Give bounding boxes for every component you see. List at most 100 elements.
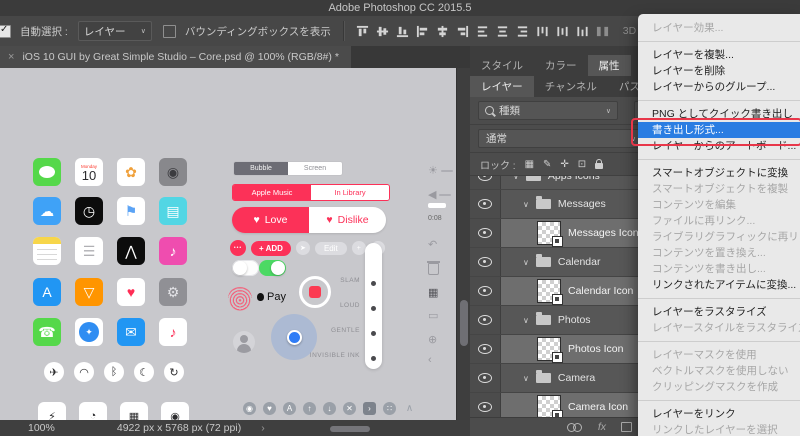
tab-チャンネル[interactable]: チャンネル (534, 76, 608, 97)
grid-icon[interactable]: ▦ (428, 286, 438, 299)
align-vertical-centers-icon[interactable] (376, 25, 389, 38)
volume-icon[interactable]: ◀ (428, 188, 451, 201)
close-icon[interactable]: ✕ (343, 402, 356, 415)
all-lock-icon[interactable] (595, 163, 603, 169)
heart-icon[interactable]: ♥ (263, 402, 276, 415)
horizontal-scrollbar-thumb[interactable] (330, 426, 370, 432)
scrollbar-thumb[interactable] (460, 300, 468, 346)
ibooks-icon[interactable]: ▽ (75, 278, 103, 306)
visibility-cell[interactable] (470, 190, 501, 218)
weather-icon[interactable]: ☁ (33, 197, 61, 225)
bubble-screen-segment[interactable]: Bubble Screen (233, 161, 343, 176)
mail-icon[interactable]: ✉ (117, 318, 145, 346)
eye-icon[interactable] (478, 199, 492, 209)
link-layers-icon[interactable] (567, 423, 583, 432)
trash-icon[interactable] (428, 260, 439, 275)
menu-item-19[interactable]: レイヤーをラスタライズ (638, 304, 800, 320)
eye-icon[interactable] (478, 373, 492, 383)
tab-属性[interactable]: 属性 (588, 55, 631, 76)
document-tab[interactable]: × iOS 10 GUI by Great Simple Studio – Co… (0, 46, 351, 68)
eye-icon[interactable] (478, 176, 492, 181)
visibility-cell[interactable] (470, 176, 501, 190)
menu-item-7[interactable]: 書き出し形式... (638, 122, 800, 138)
videos-icon[interactable]: ▤ (159, 197, 187, 225)
menu-item-17[interactable]: リンクされたアイテムに変換... (638, 277, 800, 293)
status-chevron-icon[interactable]: › (261, 422, 265, 434)
distribute-vertical-centers-icon[interactable] (496, 25, 509, 38)
eye-icon[interactable] (478, 402, 492, 412)
chevron-down-icon[interactable]: ∨ (523, 258, 529, 267)
arrow-down-icon[interactable]: ↓ (323, 402, 336, 415)
maps-icon[interactable]: ⚑ (117, 197, 145, 225)
calculator-icon[interactable]: ▦ (120, 402, 148, 420)
align-horizontal-centers-icon[interactable] (436, 25, 449, 38)
arrow-up-icon[interactable]: ↑ (303, 402, 316, 415)
transparency-lock-icon[interactable]: ▦ (525, 159, 534, 170)
dislike-button[interactable]: ♥Dislike (309, 207, 386, 233)
reminders-icon[interactable]: ☰ (75, 237, 103, 265)
stocks-icon[interactable]: ⋀ (117, 237, 145, 265)
layer-filter-dropdown[interactable]: 種類 ∨ (478, 101, 618, 120)
eye-icon[interactable] (478, 286, 492, 296)
visibility-cell[interactable] (470, 335, 501, 363)
visibility-cell[interactable] (470, 393, 501, 417)
edit-button[interactable]: Edit (315, 242, 347, 255)
artboard-lock-icon[interactable]: ⊡ (578, 159, 586, 170)
send-location-button[interactable]: ➤ (296, 241, 310, 255)
align-right-edges-icon[interactable] (456, 25, 469, 38)
apple-music-segment[interactable]: Apple Music In Library (232, 184, 390, 201)
vertical-scrollbar[interactable] (456, 68, 471, 420)
brightness-icon[interactable]: ☀ (428, 164, 453, 177)
distribute-bottom-edges-icon[interactable] (516, 25, 529, 38)
safari-icon[interactable]: ✦ (75, 318, 103, 346)
visibility-cell[interactable] (470, 248, 501, 276)
menu-item-2[interactable]: レイヤーを複製... (638, 47, 800, 63)
rotation-lock-icon[interactable]: ↻ (164, 362, 184, 382)
tab-スタイル[interactable]: スタイル (470, 55, 534, 76)
layer-thumbnail[interactable] (537, 395, 561, 417)
add-button[interactable]: + ADD (251, 241, 291, 256)
flashlight-icon[interactable]: ⚡ (38, 402, 66, 420)
chevron-down-icon[interactable]: ∨ (523, 374, 529, 383)
distribute-top-edges-icon[interactable] (476, 25, 489, 38)
clock-icon[interactable]: ◷ (75, 197, 103, 225)
camera-icon[interactable]: ◉ (159, 158, 187, 186)
card-icon[interactable]: ▭ (428, 309, 438, 322)
globe-icon[interactable]: ⊕ (428, 333, 437, 346)
distribute-right-edges-icon[interactable] (576, 25, 589, 38)
phone-icon[interactable]: ☎ (33, 318, 61, 346)
camera-icon[interactable]: ◉ (243, 402, 256, 415)
airplane-icon[interactable]: ✈ (44, 362, 64, 382)
layer-mask-icon[interactable] (621, 422, 632, 432)
eye-icon[interactable] (478, 315, 492, 325)
move-lock-icon[interactable]: ✛ (560, 159, 568, 170)
bounding-box-checkbox[interactable] (163, 25, 176, 38)
itunes-icon[interactable]: ♪ (159, 237, 187, 265)
camera-tool-icon[interactable]: ◉ (161, 402, 189, 420)
layer-thumbnail[interactable] (537, 279, 561, 303)
moon-icon[interactable]: ☾ (134, 362, 154, 382)
blend-mode-dropdown[interactable]: 通常 ∨ (478, 129, 644, 148)
layer-thumbnail[interactable] (537, 337, 561, 361)
timer-icon[interactable]: ◔ (79, 402, 107, 420)
3d-menu-label[interactable]: 3D (623, 25, 636, 37)
distribute-left-edges-icon[interactable] (536, 25, 549, 38)
love-button[interactable]: ♥Love (232, 207, 309, 233)
app-grid-icon[interactable]: ∷ (383, 402, 396, 415)
auto-select-checkbox[interactable] (0, 25, 11, 38)
visibility-cell[interactable] (470, 306, 501, 334)
segment-apple-music[interactable]: Apple Music (233, 185, 311, 200)
health-icon[interactable]: ♥ (117, 278, 145, 306)
menu-item-3[interactable]: レイヤーを削除 (638, 63, 800, 79)
menu-item-6[interactable]: PNG としてクイック書き出し (638, 106, 800, 122)
settings-icon[interactable]: ⚙ (159, 278, 187, 306)
undo-icon[interactable]: ↶ (428, 238, 437, 251)
chevron-down-icon[interactable]: ∨ (513, 176, 519, 181)
menu-item-10[interactable]: スマートオブジェクトに変換 (638, 165, 800, 181)
segment-in-library[interactable]: In Library (311, 185, 389, 200)
close-icon[interactable]: × (8, 51, 14, 63)
wifi-icon[interactable]: ◠ (74, 362, 94, 382)
forward-icon[interactable]: › (363, 402, 376, 415)
brush-lock-icon[interactable]: ✎ (543, 159, 551, 170)
photos-icon[interactable]: ✿ (117, 158, 145, 186)
